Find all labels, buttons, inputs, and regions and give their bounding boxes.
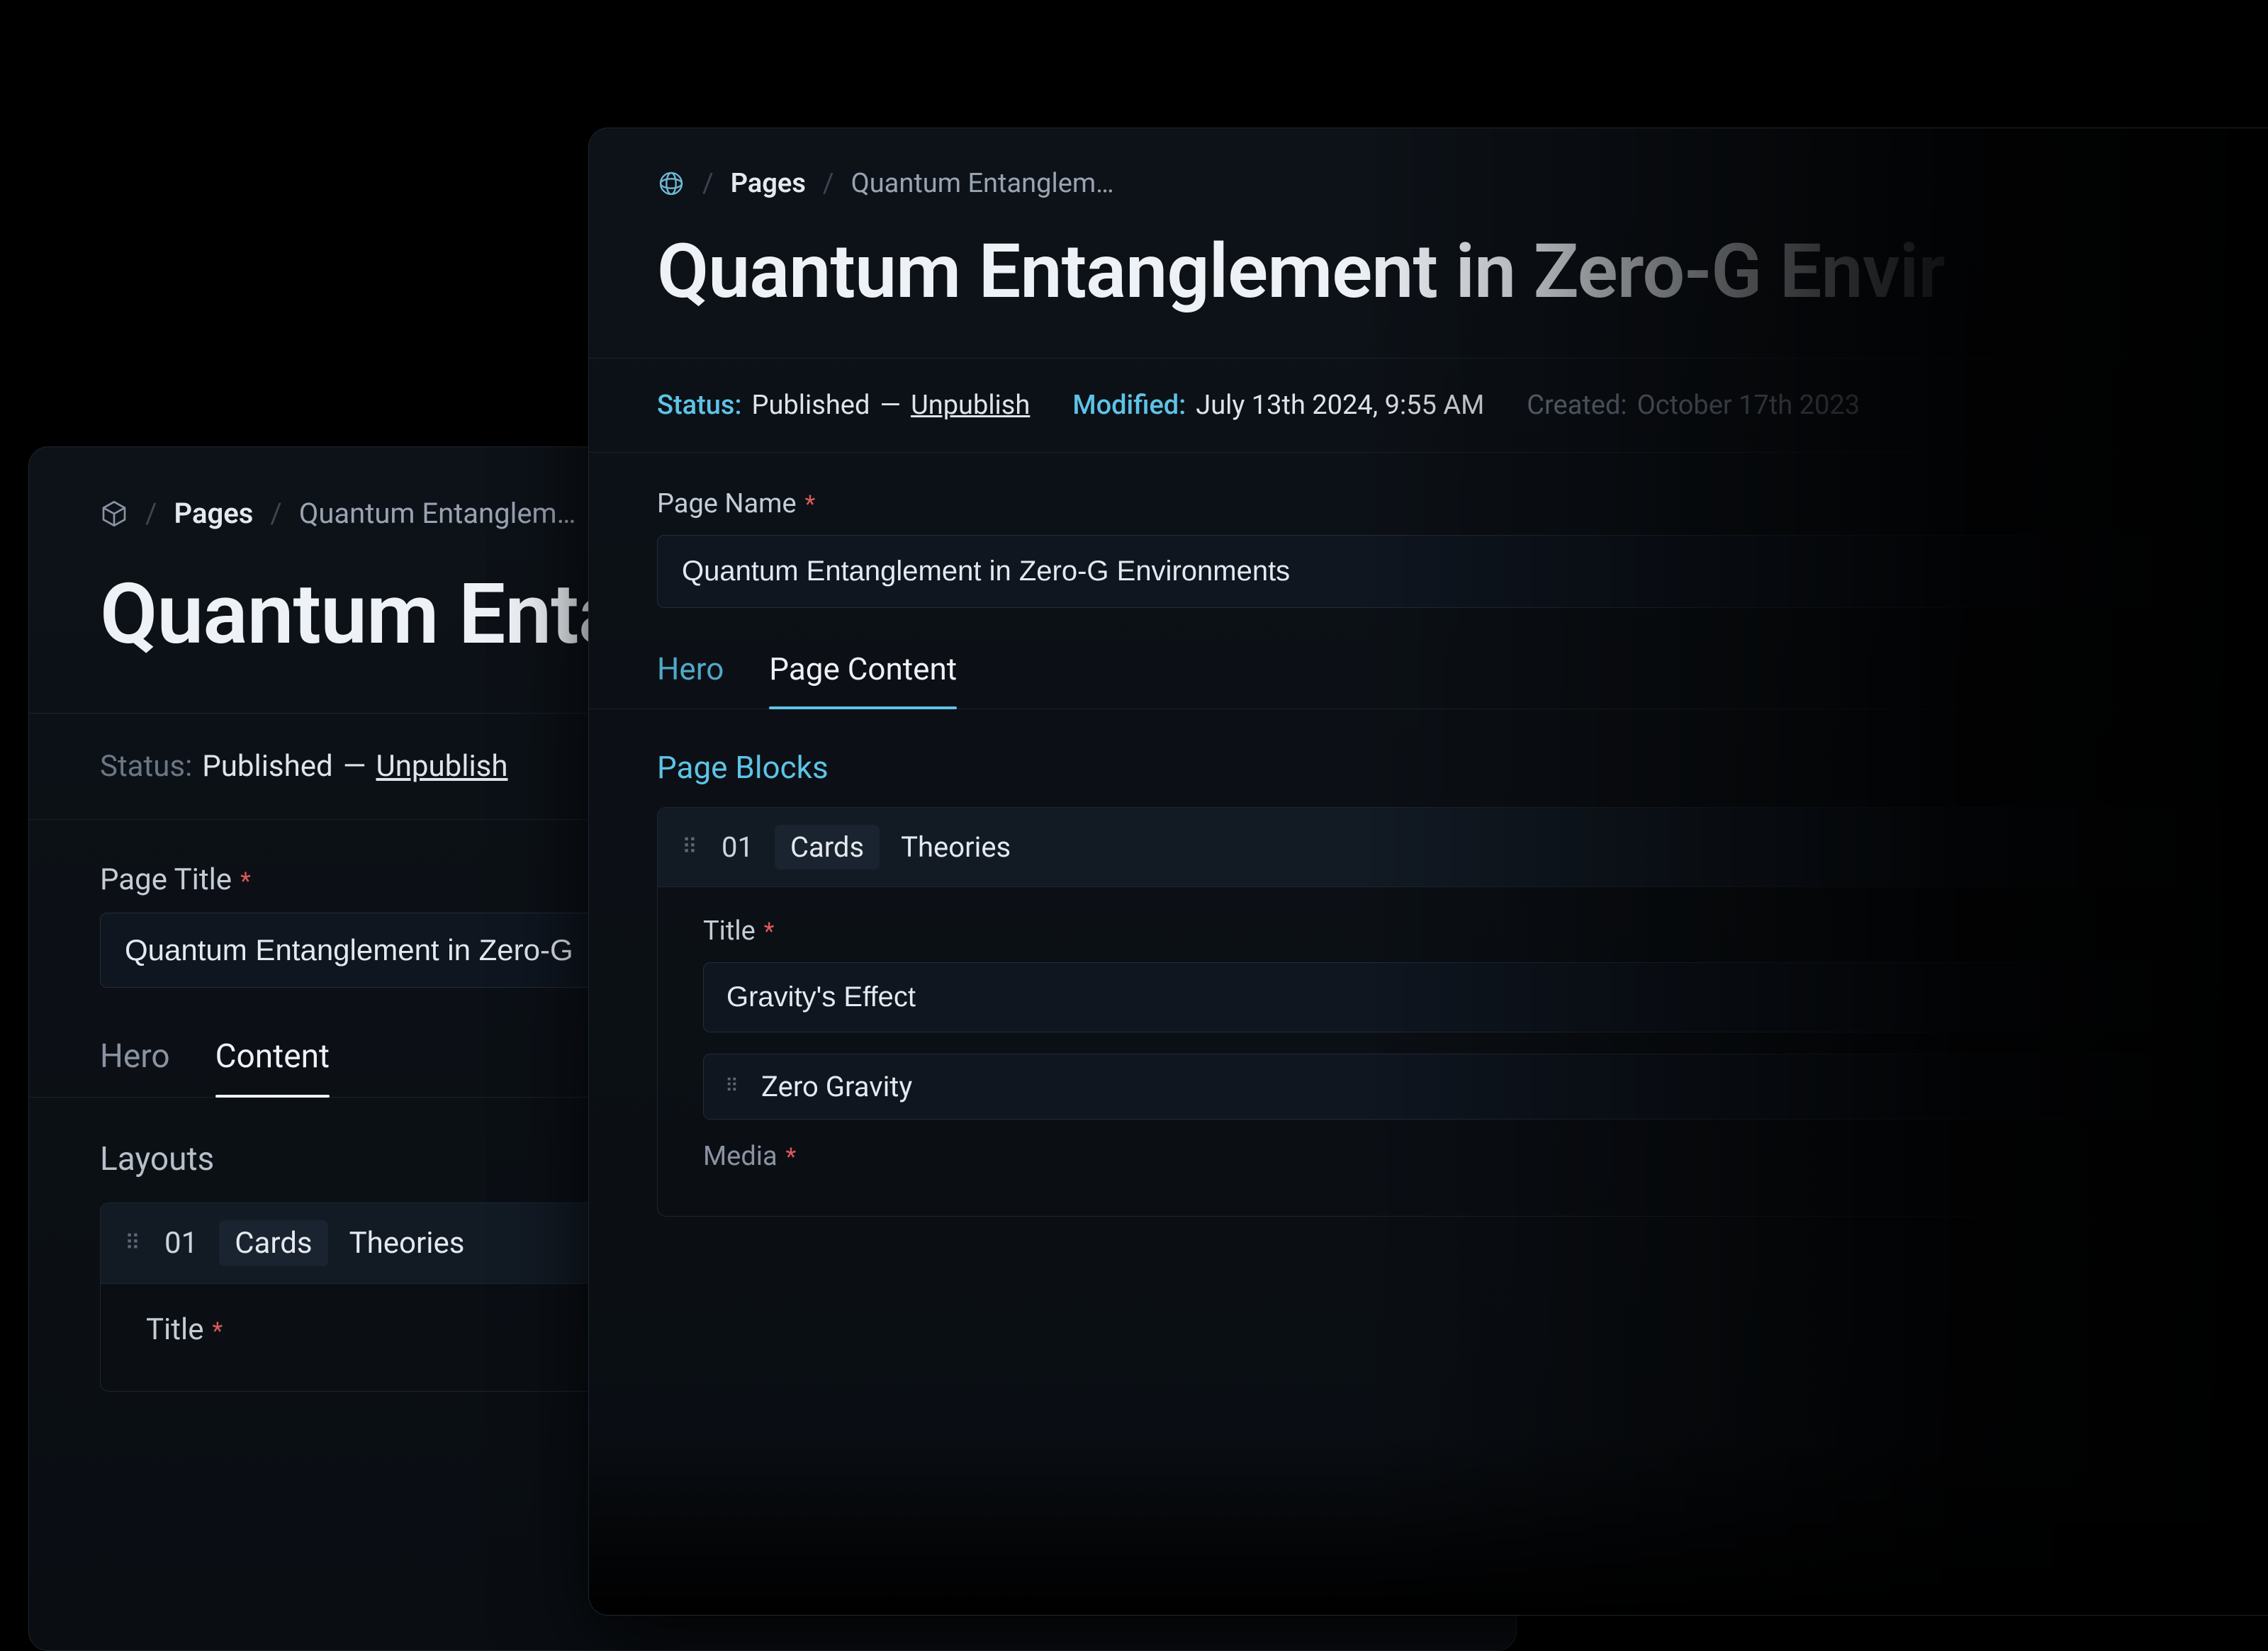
section-page-blocks-label: Page Blocks — [589, 709, 2268, 807]
tabs: Hero Page Content — [589, 608, 2268, 709]
modified-value: July 13th 2024, 9:55 AM — [1196, 390, 1484, 421]
block-media-label: Media * — [703, 1141, 2174, 1172]
page-title: Quantum Entanglement in Zero-G Envir — [589, 199, 2268, 358]
unpublish-link[interactable]: Unpublish — [911, 390, 1030, 421]
breadcrumb-separator: / — [270, 497, 282, 530]
breadcrumb-separator: / — [702, 168, 714, 199]
editor-window-front: / Pages / Quantum Entanglem… Quantum Ent… — [588, 128, 2268, 1616]
breadcrumb-current: Quantum Entanglem… — [299, 497, 576, 530]
block-title-label-text: Title — [146, 1312, 204, 1347]
page-name-label-text: Page Name — [657, 488, 797, 519]
block-title-label: Title * — [703, 915, 2174, 947]
created-value: October 17th 2023 — [1637, 390, 1860, 421]
drag-handle-icon[interactable]: ⠿ — [125, 1236, 143, 1251]
tab-content[interactable]: Content — [215, 1037, 330, 1097]
block-name: Theories — [349, 1226, 465, 1261]
tab-hero[interactable]: Hero — [657, 650, 724, 709]
page-title-label-text: Page Title — [100, 862, 232, 897]
status-row: Status: Published — Unpublish Modified: … — [589, 359, 2268, 452]
status-dash: — — [880, 390, 901, 421]
breadcrumb: / Pages / Quantum Entanglem… — [589, 128, 2268, 199]
status-label: Status: — [100, 749, 192, 784]
block-index: 01 — [164, 1226, 198, 1261]
page-name-label: Page Name * — [657, 488, 2221, 519]
unpublish-link[interactable]: Unpublish — [376, 749, 508, 784]
block-type-tag: Cards — [219, 1220, 327, 1266]
bottom-fade-overlay — [589, 1431, 2268, 1615]
drag-handle-icon[interactable]: ⠿ — [682, 840, 700, 855]
block-media-label-text: Media — [703, 1141, 777, 1172]
block-name: Theories — [901, 830, 1011, 864]
tab-hero[interactable]: Hero — [100, 1037, 170, 1097]
block-body: Title * ⠿ Zero Gravity Media * — [658, 887, 2220, 1216]
breadcrumb-separator: / — [823, 168, 834, 199]
app-logo-icon — [657, 169, 685, 198]
status-value: Published — [202, 749, 332, 784]
breadcrumb-current: Quantum Entanglem… — [851, 168, 1114, 199]
modified-label: Modified: — [1072, 390, 1186, 421]
breadcrumb-root[interactable]: Pages — [731, 168, 806, 199]
block-type-tag: Cards — [775, 825, 880, 869]
required-indicator: * — [213, 1317, 223, 1346]
breadcrumb-root[interactable]: Pages — [174, 497, 254, 530]
required-indicator: * — [764, 918, 775, 946]
form-area: Page Name * — [589, 453, 2268, 608]
status-label: Status: — [657, 390, 742, 421]
status-dash: — — [343, 749, 366, 784]
page-name-input[interactable] — [657, 535, 2221, 608]
drag-handle-icon[interactable]: ⠿ — [725, 1080, 741, 1093]
block-item-name: Zero Gravity — [761, 1070, 912, 1103]
block-index: 01 — [722, 830, 753, 864]
app-logo-icon — [100, 500, 128, 528]
block-card: ⠿ 01 Cards Theories Title * ⠿ Zero Gravi… — [657, 807, 2221, 1217]
required-indicator: * — [786, 1143, 797, 1171]
required-indicator: * — [240, 867, 251, 896]
block-title-input[interactable] — [703, 962, 2174, 1032]
block-title-label-text: Title — [703, 915, 756, 947]
required-indicator: * — [805, 490, 816, 519]
block-item-row[interactable]: ⠿ Zero Gravity — [703, 1054, 2174, 1120]
breadcrumb-separator: / — [145, 497, 157, 530]
tab-page-content[interactable]: Page Content — [769, 650, 957, 709]
block-header[interactable]: ⠿ 01 Cards Theories — [658, 808, 2220, 887]
status-value: Published — [752, 390, 870, 421]
created-label: Created: — [1527, 390, 1627, 421]
